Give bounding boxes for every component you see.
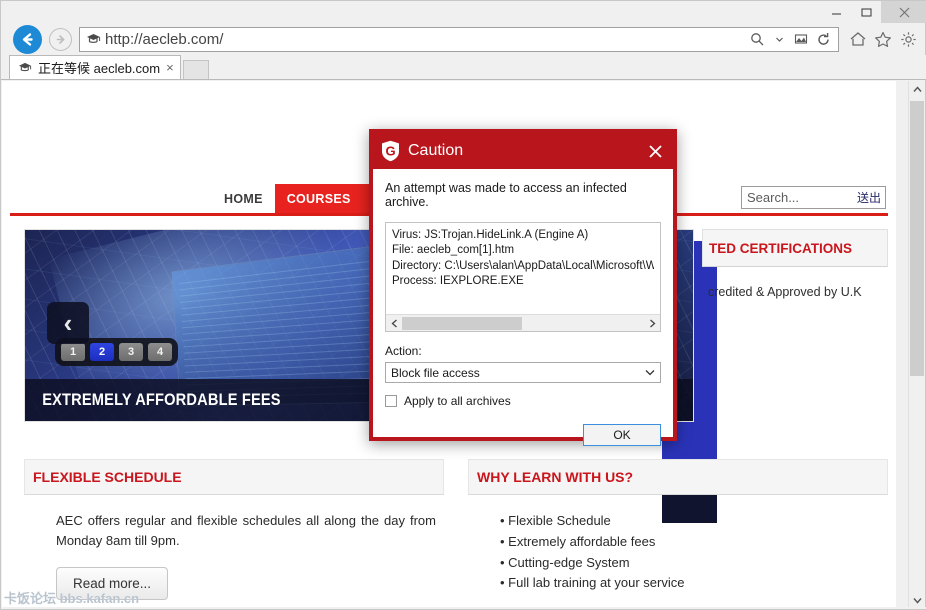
status-bar <box>2 607 926 609</box>
caution-dialog: G Caution An attempt was made to access … <box>369 129 677 446</box>
carousel-prev-button[interactable]: ‹ <box>47 302 89 344</box>
close-button[interactable] <box>881 1 926 23</box>
scroll-right-icon[interactable] <box>644 315 660 331</box>
list-item: Flexible Schedule <box>500 511 880 532</box>
nav-item-courses[interactable]: COURSES <box>274 184 363 214</box>
page-scrollbar[interactable] <box>908 81 924 609</box>
content-columns: FLEXIBLE SCHEDULE AEC offers regular and… <box>24 459 888 609</box>
minimize-button[interactable] <box>821 1 851 23</box>
details-scroll-thumb[interactable] <box>402 316 522 330</box>
threat-details-list[interactable]: Virus: JS:Trojan.HideLink.A (Engine A) F… <box>385 222 661 332</box>
action-select-value: Block file access <box>391 365 480 380</box>
certifications-heading: TED CERTIFICATIONS <box>702 229 888 267</box>
favorites-star-icon[interactable] <box>872 27 894 51</box>
ok-button[interactable]: OK <box>583 424 661 446</box>
forward-arrow-icon <box>48 27 72 51</box>
refresh-icon[interactable] <box>813 28 833 50</box>
graduation-cap-icon <box>83 33 103 46</box>
certifications-text: credited & Approved by U.K <box>708 285 862 299</box>
browser-tab[interactable]: 正在等候 aecleb.com × <box>9 55 181 79</box>
apply-to-all-archives-checkbox[interactable]: Apply to all archives <box>385 383 661 408</box>
why-learn-body: Flexible Schedule Extremely affordable f… <box>468 495 888 609</box>
search-icon[interactable] <box>747 28 767 50</box>
certifications-heading-text: TED CERTIFICATIONS <box>709 240 852 256</box>
details-horizontal-scrollbar[interactable] <box>386 314 660 331</box>
why-learn-list: Flexible Schedule Extremely affordable f… <box>500 511 880 594</box>
flexible-schedule-heading-text: FLEXIBLE SCHEDULE <box>33 469 182 485</box>
detail-file: File: aecleb_com[1].htm <box>392 244 515 257</box>
forward-button[interactable] <box>45 24 75 54</box>
window-controls <box>821 1 926 23</box>
certifications-panel: TED CERTIFICATIONS credited & Approved b… <box>702 229 888 302</box>
address-bar-icons <box>747 28 835 50</box>
list-item: Full lab training at your service <box>500 573 880 594</box>
details-scroll-track[interactable] <box>402 316 644 331</box>
scroll-up-icon[interactable] <box>909 81 925 98</box>
carousel-page-4[interactable]: 4 <box>148 343 172 361</box>
tab-favicon-graduation-cap-icon <box>16 62 34 74</box>
why-learn-heading: WHY LEARN WITH US? <box>468 459 888 495</box>
tab-title: 正在等候 aecleb.com <box>38 61 161 76</box>
flexible-schedule-heading: FLEXIBLE SCHEDULE <box>24 459 444 495</box>
carousel-page-2[interactable]: 2 <box>90 343 114 361</box>
hero-caption-text: EXTREMELY AFFORDABLE FEES <box>42 390 281 409</box>
checkbox-box[interactable] <box>385 395 397 407</box>
list-item: Extremely affordable fees <box>500 532 880 553</box>
carousel-page-1[interactable]: 1 <box>61 343 85 361</box>
address-bar[interactable]: http://aecleb.com/ <box>79 26 839 52</box>
detail-virus: Virus: JS:Trojan.HideLink.A (Engine A) <box>392 229 589 241</box>
maximize-button[interactable] <box>851 1 881 23</box>
gdata-shield-icon: G <box>379 139 401 163</box>
tab-close-icon[interactable]: × <box>164 61 176 74</box>
tools-gear-icon[interactable] <box>897 27 919 51</box>
certifications-body: credited & Approved by U.K <box>702 267 888 302</box>
checkbox-label: Apply to all archives <box>404 394 511 408</box>
chevron-down-icon[interactable] <box>642 368 658 378</box>
forum-watermark: 卡饭论坛 bbs.kafan.cn <box>4 591 140 606</box>
column-flexible-schedule: FLEXIBLE SCHEDULE AEC offers regular and… <box>24 459 444 609</box>
chevron-down-icon[interactable] <box>769 28 789 50</box>
why-learn-heading-text: WHY LEARN WITH US? <box>477 469 634 485</box>
column-why-learn-with-us: WHY LEARN WITH US? Flexible Schedule Ext… <box>468 459 888 609</box>
dialog-message: An attempt was made to access an infecte… <box>385 181 627 209</box>
scroll-left-icon[interactable] <box>386 315 402 331</box>
back-arrow-icon <box>12 24 42 54</box>
site-search-box[interactable]: Search... 送出 <box>741 186 886 209</box>
action-label: Action: <box>385 344 422 358</box>
action-select[interactable]: Block file access <box>385 362 661 383</box>
detail-directory: Directory: C:\Users\alan\AppData\Local\M… <box>392 259 654 272</box>
home-icon[interactable] <box>847 27 869 51</box>
tab-strip: 正在等候 aecleb.com × <box>1 55 926 80</box>
title-bar <box>1 1 926 23</box>
new-tab-button[interactable] <box>182 60 209 79</box>
detail-process: Process: IEXPLORE.EXE <box>392 274 524 287</box>
dialog-button-row: OK <box>385 408 661 446</box>
dialog-title-bar: G Caution <box>373 133 673 169</box>
list-item: Cutting-edge System <box>500 553 880 574</box>
nav-item-home[interactable]: HOME <box>212 184 275 214</box>
scrollbar-thumb[interactable] <box>910 101 924 376</box>
screen: http://aecleb.com/ 正在等候 aecleb.com × HOM… <box>0 0 926 610</box>
navigation-bar: http://aecleb.com/ <box>1 23 926 55</box>
flexible-schedule-body: AEC offers regular and flexible schedule… <box>24 495 444 601</box>
svg-text:G: G <box>385 144 395 159</box>
flexible-schedule-text: AEC offers regular and flexible schedule… <box>56 513 436 549</box>
search-submit-button[interactable]: 送出 <box>853 189 885 206</box>
back-button[interactable] <box>9 24 45 54</box>
address-text[interactable]: http://aecleb.com/ <box>103 31 747 48</box>
search-input[interactable]: Search... <box>742 190 853 205</box>
dialog-body: An attempt was made to access an infecte… <box>373 169 673 446</box>
compatibility-view-icon[interactable] <box>791 28 811 50</box>
browser-toolbar <box>841 27 926 51</box>
dialog-close-icon[interactable] <box>641 137 669 165</box>
dialog-title: Caution <box>408 142 464 159</box>
carousel-page-3[interactable]: 3 <box>119 343 143 361</box>
